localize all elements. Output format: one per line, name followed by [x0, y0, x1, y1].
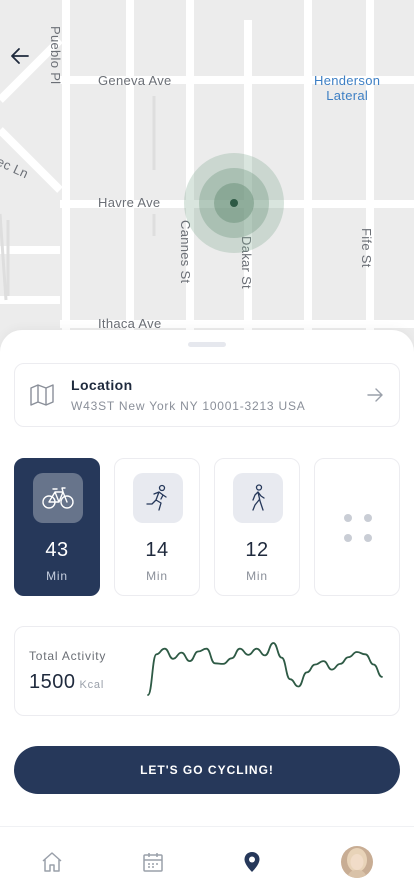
bottom-sheet: Location W43ST New York NY 10001-3213 US… [0, 330, 414, 896]
activity-value: 12 [245, 539, 269, 561]
map-fold-icon [30, 384, 54, 406]
activity-unit: Min [246, 569, 268, 583]
location-address: W43ST New York NY 10001-3213 USA [71, 399, 306, 413]
running-icon [146, 484, 167, 511]
location-pin-icon [244, 852, 260, 872]
activity-value: 14 [145, 539, 169, 561]
street-label: Ithaca Ave [98, 316, 162, 331]
street-label: Havre Ave [98, 195, 161, 210]
activity-selector: 43 Min 14 Min 12 Min [14, 458, 400, 596]
start-cycling-button[interactable]: LET'S GO CYCLING! [14, 746, 400, 794]
total-activity-unit: Kcal [79, 679, 105, 691]
bicycle-icon [42, 487, 74, 509]
street-label: Geneva Ave [98, 73, 172, 88]
sheet-drag-handle[interactable] [188, 342, 226, 347]
total-activity-label: Total Activity [29, 649, 107, 663]
back-button[interactable] [8, 44, 38, 74]
location-title: Location [71, 377, 133, 393]
arrow-left-icon [11, 48, 29, 64]
location-card[interactable]: Location W43ST New York NY 10001-3213 US… [14, 363, 400, 427]
activity-walking[interactable]: 12 Min [214, 458, 300, 596]
total-activity-value: 1500 Kcal [29, 671, 105, 693]
tab-home[interactable] [37, 847, 67, 877]
arrow-right-icon [367, 388, 383, 402]
avatar-image [341, 846, 373, 878]
tab-calendar[interactable] [138, 847, 168, 877]
bottom-tab-bar [0, 826, 414, 896]
activity-cycling[interactable]: 43 Min [14, 458, 100, 596]
map-view[interactable]: Geneva Ave Havre Ave Ithaca Ave Pueblo P… [0, 0, 414, 360]
activity-trend-sparkline [147, 642, 383, 696]
current-location-dot [230, 199, 238, 207]
activity-unit: Min [46, 569, 68, 583]
activity-running[interactable]: 14 Min [114, 458, 200, 596]
calendar-icon [143, 853, 163, 872]
activity-value: 43 [45, 539, 69, 561]
home-icon [42, 852, 62, 872]
location-text: Location W43ST New York NY 10001-3213 US… [71, 377, 365, 413]
activity-more[interactable] [314, 458, 400, 596]
total-activity-card: Total Activity 1500 Kcal [14, 626, 400, 716]
tab-location[interactable] [237, 847, 267, 877]
more-icon [341, 511, 375, 545]
street-label: Fife St [359, 228, 374, 268]
walking-icon [252, 484, 265, 511]
sparkline-path [147, 642, 383, 696]
profile-avatar[interactable] [341, 846, 373, 878]
activity-icon-box [33, 473, 83, 523]
activity-unit: Min [146, 569, 168, 583]
street-label: Pueblo Pl [48, 26, 63, 85]
activity-icon-box [233, 473, 283, 523]
activity-icon-box [133, 473, 183, 523]
water-label: Henderson Lateral [314, 73, 381, 103]
